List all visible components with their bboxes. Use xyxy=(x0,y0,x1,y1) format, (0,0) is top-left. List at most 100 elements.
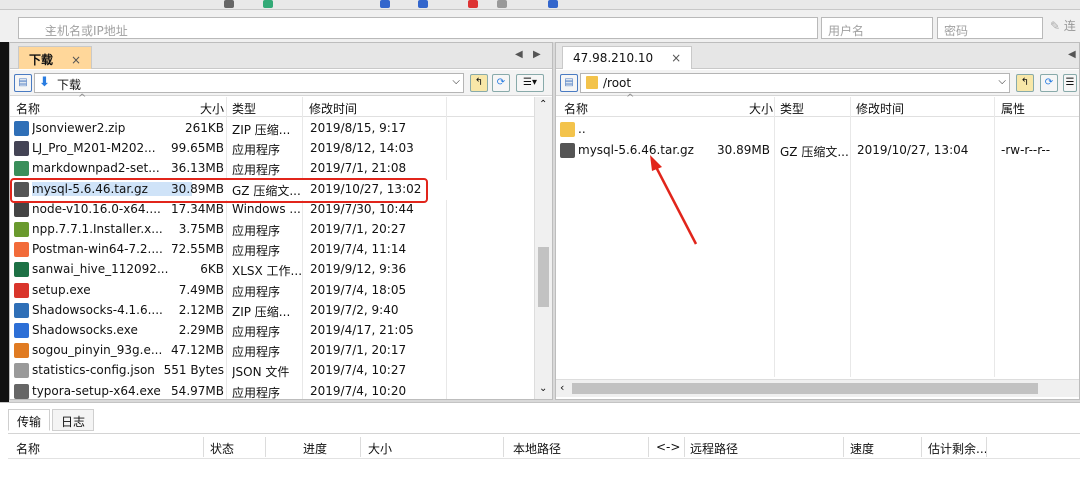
col-size[interactable]: 大小 xyxy=(200,100,224,117)
tab-log[interactable]: 日志 xyxy=(52,409,95,431)
username-input[interactable]: 用户名 xyxy=(821,17,933,39)
gz-archive-icon xyxy=(560,143,575,158)
col-local-path[interactable]: 本地路径 xyxy=(513,440,561,457)
remote-file-row[interactable]: mysql-5.6.46.tar.gz 30.89MB GZ 压缩文... 2019/… xyxy=(556,141,1079,161)
file-type: Windows ... xyxy=(232,201,301,216)
scroll-up-icon[interactable]: ⌃ xyxy=(539,99,547,110)
col-mtime[interactable]: 修改时间 xyxy=(856,100,904,117)
tab-remote-server[interactable]: 47.98.210.10 × xyxy=(562,46,693,69)
chevron-left-icon[interactable]: ◀ xyxy=(515,49,523,60)
connect-button[interactable]: ✎ 连 xyxy=(1050,17,1080,39)
local-file-row[interactable]: typora-setup-x64.exe 54.97MB 应用程序 2019/7/4,… xyxy=(10,382,552,402)
remote-horizontal-scrollbar[interactable]: ‹ xyxy=(556,379,1079,397)
typora-icon xyxy=(14,383,29,399)
col-size[interactable]: 大小 xyxy=(749,100,773,117)
toolbar-button-icon[interactable] xyxy=(468,0,478,8)
view-toggle-icon[interactable]: ▤ xyxy=(14,74,32,92)
local-file-row[interactable]: statistics-config.json 551 Bytes JSON 文件 20… xyxy=(10,361,552,381)
tab-local-downloads[interactable]: 下载 × xyxy=(18,46,93,69)
col-name[interactable]: 名称 xyxy=(564,100,588,117)
close-icon[interactable]: × xyxy=(71,53,81,67)
file-size: 72.55MB xyxy=(171,242,224,257)
local-vertical-scrollbar[interactable]: ⌃ ⌄ xyxy=(534,97,552,399)
file-type: GZ 压缩文... xyxy=(780,145,849,159)
file-type: 应用程序 xyxy=(232,345,281,360)
col-speed[interactable]: 速度 xyxy=(850,440,874,457)
file-mtime: 2019/7/4, 18:05 xyxy=(310,282,407,297)
password-placeholder: 密码 xyxy=(944,24,969,38)
col-status[interactable]: 状态 xyxy=(210,440,234,457)
scrollbar-thumb[interactable] xyxy=(538,247,549,307)
parent-folder-icon[interactable]: ↰ xyxy=(470,74,488,92)
local-file-row[interactable]: setup.exe 7.49MB 应用程序 2019/7/4, 18:05 xyxy=(10,281,552,301)
local-path-input[interactable]: ⬇ 下载 ⌵ xyxy=(34,73,464,93)
local-file-row[interactable]: Shadowsocks-4.1.6.... 2.12MB ZIP 压缩... 2019… xyxy=(10,301,552,321)
col-name[interactable]: 名称 xyxy=(16,440,40,457)
local-file-row[interactable]: sogou_pinyin_93g.e... 47.12MB 应用程序 2019/7/1… xyxy=(10,341,552,361)
file-size: 36.13MB xyxy=(171,161,224,176)
chevron-down-icon[interactable]: ⌵ xyxy=(45,22,815,37)
connect-label: 连 xyxy=(1063,19,1076,33)
sort-up-icon: ^ xyxy=(626,93,635,104)
local-file-row[interactable]: Jsonviewer2.zip 261KB ZIP 压缩... 2019/8/15, … xyxy=(10,119,552,139)
file-size: 2.29MB xyxy=(178,323,224,337)
toolbar-button-icon[interactable] xyxy=(548,0,558,8)
col-type[interactable]: 类型 xyxy=(232,100,256,117)
toolbar-button-icon[interactable] xyxy=(418,0,428,8)
scrollbar-thumb[interactable] xyxy=(572,383,1038,394)
view-toggle-icon[interactable]: ▤ xyxy=(560,74,578,92)
local-file-row[interactable]: LJ_Pro_M201-M202... 99.65MB 应用程序 2019/8/12,… xyxy=(10,139,552,159)
col-eta[interactable]: 估计剩余... xyxy=(928,440,987,457)
zip-icon xyxy=(14,302,29,318)
host-input[interactable]: 主机名或IP地址 ⌵ xyxy=(18,17,818,39)
file-mtime: 2019/7/1, 20:27 xyxy=(310,222,407,236)
col-progress[interactable]: 进度 xyxy=(303,440,327,457)
file-mtime: 2019/7/30, 10:44 xyxy=(310,201,414,216)
parent-folder-icon[interactable]: ↰ xyxy=(1016,74,1034,92)
file-type: 应用程序 xyxy=(232,163,281,178)
local-file-row[interactable]: markdownpad2-set... 36.13MB 应用程序 2019/7/1, … xyxy=(10,159,552,179)
scroll-left-icon[interactable]: ‹ xyxy=(560,381,564,394)
chevron-down-icon[interactable]: ⌵ xyxy=(452,76,460,87)
installer-icon xyxy=(14,161,29,177)
col-attr[interactable]: 属性 xyxy=(1001,100,1025,117)
col-name[interactable]: 名称 xyxy=(16,100,40,117)
chevron-left-icon[interactable]: ◀ xyxy=(1068,49,1076,60)
password-input[interactable]: 密码 xyxy=(937,17,1043,39)
remote-file-row[interactable]: .. xyxy=(556,120,1079,140)
close-icon[interactable]: × xyxy=(671,51,681,65)
local-file-row[interactable]: Shadowsocks.exe 2.29MB 应用程序 2019/4/17, 21:0… xyxy=(10,321,552,341)
col-direction[interactable]: <-> xyxy=(656,440,680,454)
highlight-box xyxy=(10,178,428,203)
remote-path-input[interactable]: /root ⌵ xyxy=(580,73,1010,93)
toolbar xyxy=(0,0,1080,10)
file-type: ZIP 压缩... xyxy=(232,123,291,137)
chevron-right-icon[interactable]: ▶ xyxy=(533,49,541,60)
view-menu-icon[interactable]: ☰ xyxy=(1063,74,1077,92)
col-mtime[interactable]: 修改时间 xyxy=(309,100,357,117)
chevron-down-icon[interactable]: ⌵ xyxy=(998,76,1006,87)
local-file-row[interactable]: Postman-win64-7.2.... 72.55MB 应用程序 2019/7/4… xyxy=(10,240,552,260)
view-menu-icon[interactable]: ☰▾ xyxy=(516,74,544,92)
file-type: 应用程序 xyxy=(232,284,281,299)
msi-icon xyxy=(14,201,29,217)
file-type: 应用程序 xyxy=(232,224,281,238)
folder-icon xyxy=(560,122,575,137)
col-size[interactable]: 大小 xyxy=(368,440,392,457)
toolbar-button-icon[interactable] xyxy=(380,0,390,8)
toolbar-button-icon[interactable] xyxy=(497,0,507,8)
annotation-arrow xyxy=(650,155,698,245)
tab-transfer[interactable]: 传输 xyxy=(8,409,51,431)
remote-path-text: /root xyxy=(603,76,632,90)
local-file-row[interactable]: sanwai_hive_112092... 6KB XLSX 工作... 2019/9… xyxy=(10,260,552,280)
local-file-row[interactable]: npp.7.7.1.Installer.x... 3.75MB 应用程序 2019/7… xyxy=(10,220,552,240)
file-size: 2.12MB xyxy=(178,302,224,317)
refresh-icon[interactable]: ⟳ xyxy=(1040,74,1058,92)
toolbar-button-icon[interactable] xyxy=(263,0,273,8)
scroll-down-icon[interactable]: ⌄ xyxy=(539,383,547,394)
refresh-icon[interactable]: ⟳ xyxy=(492,74,510,92)
col-type[interactable]: 类型 xyxy=(780,100,804,117)
col-remote-path[interactable]: 远程路径 xyxy=(690,440,738,457)
remote-tab-label: 47.98.210.10 xyxy=(573,51,654,65)
toolbar-button-icon[interactable] xyxy=(224,0,234,8)
